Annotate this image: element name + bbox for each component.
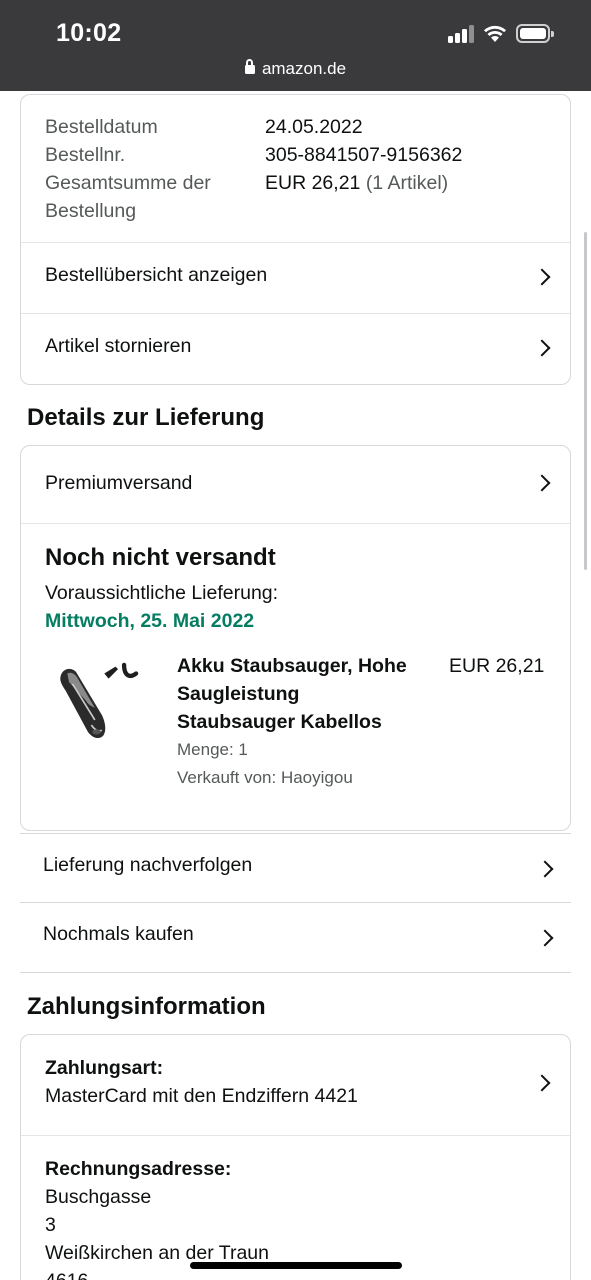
wifi-icon bbox=[484, 25, 506, 42]
url-text: amazon.de bbox=[261, 59, 347, 78]
order-total-amount: EUR 26,21 bbox=[265, 172, 361, 194]
order-total-value: EUR 26,21 (1 Artikel) bbox=[265, 169, 448, 197]
product-title-line2[interactable]: Saugleistung bbox=[177, 680, 432, 708]
product-title-line3[interactable]: Staubsauger Kabellos bbox=[177, 708, 432, 736]
battery-icon bbox=[516, 24, 554, 43]
payment-section-title: Zahlungsinformation bbox=[27, 993, 266, 1020]
chevron-right-icon bbox=[536, 860, 554, 878]
chevron-right-icon bbox=[536, 929, 554, 947]
order-total-items: (1 Artikel) bbox=[365, 172, 449, 194]
buy-again-label: Nochmals kaufen bbox=[43, 923, 194, 945]
shipping-method-label: Premiumversand bbox=[45, 472, 193, 494]
product-quantity: Menge: 1 bbox=[177, 740, 248, 759]
product-price: EUR 26,21 bbox=[449, 655, 545, 677]
payment-method-label: Zahlungsart: bbox=[45, 1057, 164, 1079]
order-number-value: 305-8841507-9156362 bbox=[265, 144, 463, 166]
order-date-value: 24.05.2022 bbox=[265, 116, 363, 138]
shipping-method-row[interactable]: Premiumversand bbox=[21, 446, 570, 523]
product-seller[interactable]: Verkauft von: Haoyigou bbox=[177, 768, 353, 788]
shipment-block: Noch nicht versandt Voraussichtliche Lie… bbox=[21, 523, 570, 830]
billing-address-block: Rechnungsadresse: Buschgasse 3 Weißkirch… bbox=[21, 1135, 570, 1280]
payment-method-value: MasterCard mit den Endziffern 4421 bbox=[45, 1085, 358, 1107]
order-date-label: Bestelldatum bbox=[45, 116, 158, 138]
chevron-right-icon bbox=[533, 474, 551, 492]
shipment-status: Noch nicht versandt bbox=[45, 544, 276, 571]
signal-icon bbox=[448, 25, 476, 43]
view-order-summary-label: Bestellübersicht anzeigen bbox=[45, 264, 268, 286]
billing-address-label: Rechnungsadresse: bbox=[45, 1158, 232, 1180]
chevron-right-icon bbox=[533, 268, 551, 286]
product-title-line1[interactable]: Akku Staubsauger, Hohe bbox=[177, 652, 432, 680]
home-indicator[interactable] bbox=[190, 1262, 402, 1269]
cancel-items-label: Artikel stornieren bbox=[45, 335, 192, 357]
buy-again-row[interactable]: Nochmals kaufen bbox=[20, 903, 571, 973]
address-bar[interactable]: amazon.de bbox=[0, 59, 591, 79]
billing-address-line2: 3 bbox=[45, 1214, 56, 1236]
delivery-section-title: Details zur Lieferung bbox=[27, 404, 265, 431]
order-total-label-line2: Bestellung bbox=[45, 200, 137, 222]
vacuum-product-image[interactable] bbox=[57, 653, 143, 749]
billing-address-line4: 4616 bbox=[45, 1270, 88, 1280]
payment-card: Zahlungsart: MasterCard mit den Endziffe… bbox=[20, 1034, 571, 1280]
delivery-card: Premiumversand Noch nicht versandt Vorau… bbox=[20, 445, 571, 831]
cancel-items-row[interactable]: Artikel stornieren bbox=[21, 313, 570, 384]
chevron-right-icon bbox=[533, 339, 551, 357]
chevron-right-icon bbox=[533, 1074, 551, 1092]
eta-label: Voraussichtliche Lieferung: bbox=[45, 582, 279, 604]
scrollbar[interactable] bbox=[584, 232, 587, 570]
order-total-label-line1: Gesamtsumme der bbox=[45, 172, 211, 194]
lock-icon bbox=[244, 59, 255, 74]
order-summary-card: Bestelldatum 24.05.2022 Bestellnr. 305-8… bbox=[20, 94, 571, 385]
track-delivery-label: Lieferung nachverfolgen bbox=[43, 854, 253, 876]
status-time: 10:02 bbox=[56, 19, 122, 47]
track-delivery-row[interactable]: Lieferung nachverfolgen bbox=[20, 833, 571, 903]
payment-method-row[interactable]: Zahlungsart: MasterCard mit den Endziffe… bbox=[21, 1035, 570, 1135]
status-bar: 10:02 amazon.de bbox=[0, 0, 591, 91]
order-number-label: Bestellnr. bbox=[45, 144, 126, 166]
eta-date: Mittwoch, 25. Mai 2022 bbox=[45, 610, 255, 632]
view-order-summary-row[interactable]: Bestellübersicht anzeigen bbox=[21, 242, 570, 313]
billing-address-line1: Buschgasse bbox=[45, 1186, 152, 1208]
